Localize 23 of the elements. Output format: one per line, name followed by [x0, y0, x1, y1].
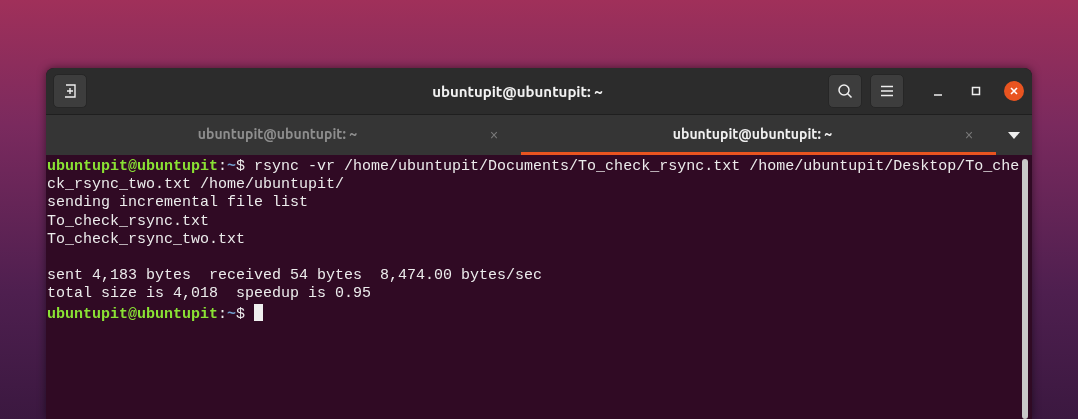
window-title: ubuntupit@ubuntupit: ~: [431, 82, 604, 100]
menu-button[interactable]: [870, 74, 904, 108]
search-button[interactable]: [828, 74, 862, 108]
new-tab-icon: [62, 83, 78, 99]
output-line: total size is 4,018 speedup is 0.95: [47, 285, 372, 304]
menu-icon: [880, 85, 894, 97]
tab-close-button[interactable]: ×: [954, 124, 984, 143]
new-tab-button[interactable]: [53, 74, 87, 108]
output-line: To_check_rsync_two.txt: [47, 230, 246, 249]
prompt-line: ubuntupit@ubuntupit:~$ rsync -vr /home/ubuntupit/Documents/To_check_rsync.txt /home/ubuntupit/Desktop/To_che: [47, 158, 1020, 177]
output-line: sending incremental file list: [47, 194, 309, 213]
minimize-icon: [934, 94, 942, 96]
scrollbar[interactable]: [1022, 159, 1028, 419]
dropdown-arrow-icon[interactable]: [1008, 131, 1020, 139]
tab-close-button[interactable]: ×: [479, 124, 509, 143]
close-button[interactable]: [1004, 81, 1024, 101]
close-icon: [1009, 86, 1019, 96]
output-line: sent 4,183 bytes received 54 bytes 8,474.00 bytes/sec: [47, 267, 543, 286]
output-line: ck_rsync_two.txt /home/ubuntupit/: [47, 176, 345, 195]
prompt-line: ubuntupit@ubuntupit:~$: [47, 305, 247, 324]
maximize-icon: [971, 86, 981, 96]
search-icon: [837, 83, 853, 99]
output-line: To_check_rsync.txt: [47, 212, 210, 231]
